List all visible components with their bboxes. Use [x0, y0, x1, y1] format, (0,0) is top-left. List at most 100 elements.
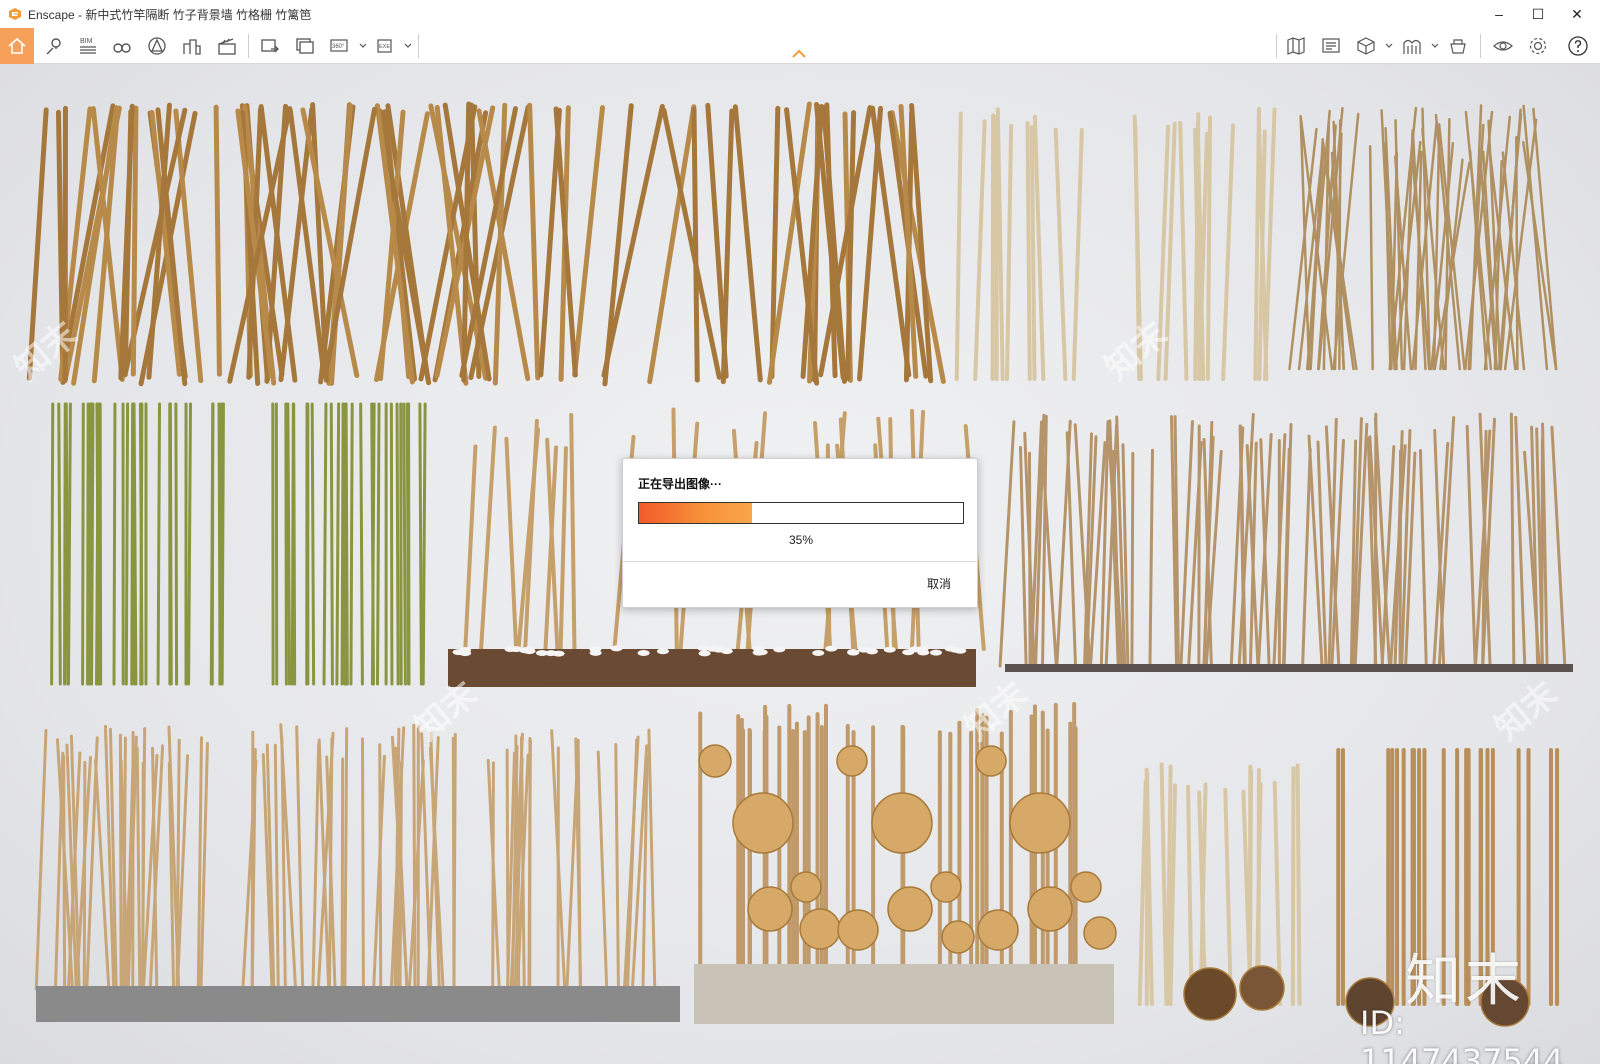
green-bamboo-pole	[284, 402, 288, 686]
bamboo-pole	[295, 725, 305, 991]
white-pebble	[825, 645, 838, 652]
collapse-toolbar-chevron-up-icon[interactable]	[790, 48, 808, 60]
binoculars-button[interactable]	[106, 30, 138, 62]
green-bamboo-pole	[64, 402, 70, 686]
green-bamboo-pole	[132, 402, 138, 686]
branch-pole	[1295, 763, 1302, 1006]
progress-bar-fill	[639, 503, 753, 523]
bamboo-disc	[1009, 792, 1071, 854]
cube-button[interactable]	[1350, 30, 1382, 62]
green-bamboo-pole	[376, 402, 381, 686]
batch-render-button[interactable]	[289, 30, 321, 62]
chevron-down-icon[interactable]	[1430, 40, 1440, 52]
green-bamboo-pole	[218, 402, 224, 686]
bamboo-pole	[558, 446, 568, 651]
cancel-button[interactable]: 取消	[927, 575, 951, 592]
bamboo-pole	[1465, 424, 1477, 668]
screen-base	[1005, 664, 1573, 672]
green-bamboo-pole	[341, 402, 347, 686]
green-bamboo-pole	[370, 402, 376, 686]
location-pin-icon	[46, 38, 61, 55]
bamboo-pole	[1148, 448, 1154, 668]
bamboo-pole	[572, 105, 605, 378]
green-bamboo-pole	[286, 402, 292, 686]
bamboo-pole	[1418, 449, 1428, 668]
bamboo-disc	[747, 886, 793, 932]
export-progress-dialog: 正在导出图像··· 35% 取消	[622, 458, 978, 608]
green-bamboo-pole	[124, 402, 130, 686]
bamboo-pole	[1301, 448, 1312, 668]
bamboo-pole	[412, 723, 417, 991]
chevron-down-icon[interactable]	[403, 40, 413, 52]
asset-library-button[interactable]	[1442, 30, 1474, 62]
bamboo-disc	[887, 886, 933, 932]
home-icon	[8, 37, 26, 54]
green-bamboo-pole	[322, 402, 328, 686]
visual-settings-button[interactable]	[1315, 30, 1347, 62]
location-button[interactable]	[38, 30, 70, 62]
close-button[interactable]: ✕	[1554, 0, 1600, 28]
chevron-down-icon[interactable]	[358, 40, 368, 52]
asset-library-icon	[1450, 39, 1466, 54]
bamboo-disc	[941, 920, 975, 954]
buildings-button[interactable]	[176, 30, 208, 62]
chevron-down-icon[interactable]	[1384, 40, 1394, 52]
panorama-label: 360°	[332, 44, 345, 50]
render-export-button[interactable]	[254, 30, 286, 62]
branch-pole	[1221, 123, 1236, 381]
twig	[1368, 145, 1374, 371]
bim-button[interactable]: BIM	[72, 30, 104, 62]
bamboo-disc	[799, 908, 841, 950]
bamboo-disc	[871, 792, 933, 854]
enscape-logo-icon	[9, 8, 21, 20]
bamboo-pole	[601, 103, 665, 378]
white-pebble	[930, 649, 943, 656]
branch-pole	[990, 113, 996, 381]
bamboo-disc	[1027, 886, 1073, 932]
exe-export-button[interactable]: EXE	[370, 30, 402, 62]
bamboo-pole	[378, 743, 383, 991]
panorama-button[interactable]: 360°	[324, 30, 356, 62]
white-pebble	[752, 649, 765, 656]
bamboo-pole	[691, 106, 700, 383]
material-editor-button[interactable]	[1396, 30, 1428, 62]
white-pebble	[773, 646, 786, 653]
clapper-button[interactable]	[211, 30, 243, 62]
branch-pole	[1029, 125, 1037, 381]
bamboo-pole	[720, 108, 735, 385]
bamboo-pole	[407, 759, 425, 991]
buildings-icon	[183, 39, 201, 55]
green-bamboo-pole	[335, 402, 341, 686]
bamboo-pole	[538, 107, 562, 378]
view-button[interactable]	[1487, 30, 1519, 62]
bamboo-pole	[463, 444, 478, 651]
light-view-button[interactable]	[141, 30, 173, 62]
map-button[interactable]	[1280, 30, 1312, 62]
green-bamboo-pole	[90, 402, 95, 686]
green-bamboo-pole	[292, 402, 297, 686]
white-pebble	[610, 645, 623, 652]
green-bamboo-pole	[174, 402, 179, 686]
green-bamboo-pole	[344, 402, 349, 686]
bamboo-pole	[519, 736, 526, 991]
green-bamboo-pole	[138, 402, 144, 686]
help-button[interactable]	[1562, 30, 1594, 62]
map-icon	[1287, 37, 1305, 55]
branch-pole	[973, 119, 987, 381]
bamboo-pole	[1550, 425, 1567, 668]
settings-button[interactable]	[1522, 30, 1554, 62]
settings-gear-icon	[1529, 37, 1547, 55]
white-pebble	[523, 648, 536, 655]
home-button[interactable]	[0, 28, 34, 64]
bamboo-pole	[504, 436, 519, 651]
branch-pole	[1032, 114, 1046, 381]
progress-percent: 35%	[788, 533, 814, 547]
white-pebble	[949, 646, 962, 653]
twig	[1432, 141, 1441, 371]
bamboo-pole	[135, 746, 142, 991]
twig	[1501, 151, 1526, 371]
light-view-icon	[148, 37, 166, 55]
bamboo-pole	[213, 104, 222, 377]
bamboo-pole	[596, 750, 609, 991]
bim-icon: BIM	[80, 38, 96, 54]
